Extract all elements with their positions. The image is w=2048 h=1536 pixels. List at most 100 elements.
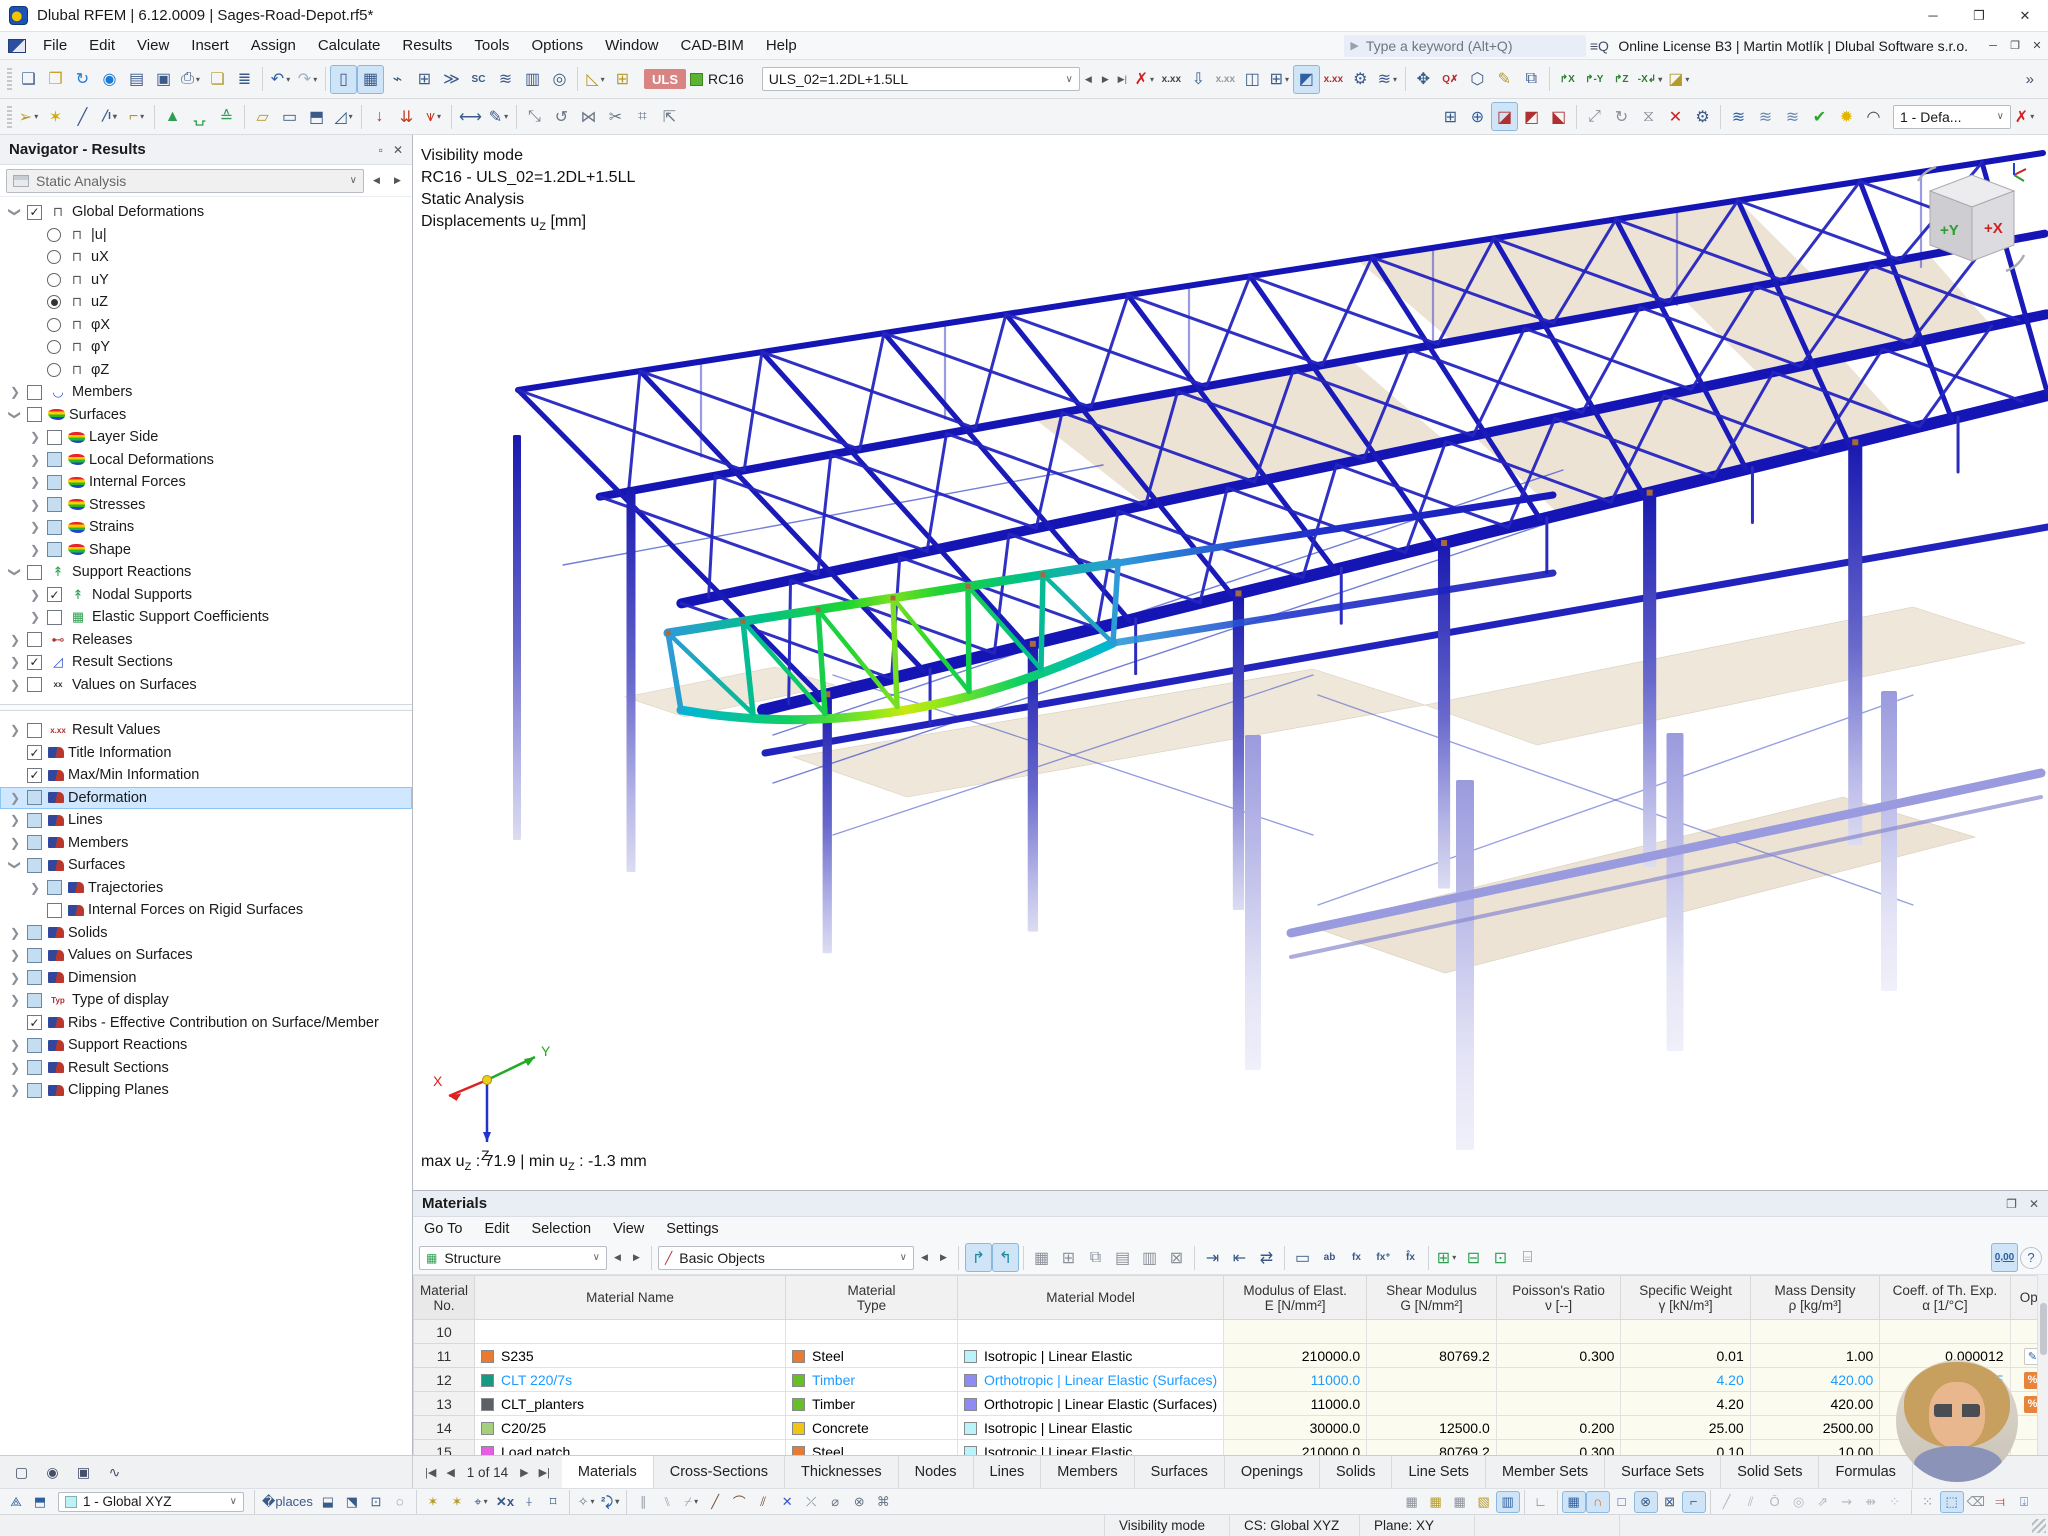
plane-offset-icon[interactable]: ⤢	[1581, 102, 1608, 131]
cell-mass-density[interactable]: 10.00	[1750, 1440, 1880, 1456]
tree-item-support-reactions[interactable]: ❯↟Support Reactions	[0, 561, 412, 584]
diag-2-icon[interactable]: ⫽	[1739, 1491, 1763, 1513]
tree-expander-icon[interactable]: ❯	[7, 971, 23, 985]
cell-poissons-ratio[interactable]	[1496, 1368, 1621, 1392]
mdi-close-button[interactable]: ✕	[2026, 35, 2048, 57]
snap-grid-star-icon[interactable]: ✶	[445, 1491, 469, 1513]
tree-radio[interactable]	[47, 273, 61, 287]
tree-checkbox[interactable]	[47, 475, 62, 490]
new-model-icon[interactable]: ❑	[15, 65, 42, 94]
annotations-icon[interactable]: ✎▾	[485, 102, 512, 131]
tab-solid-sets[interactable]: Solid Sets	[1721, 1456, 1819, 1488]
table-delete-icon[interactable]: ⊠	[1163, 1243, 1190, 1272]
visibility-bulb-icon[interactable]: ✹	[1833, 102, 1860, 131]
tab-openings[interactable]: Openings	[1225, 1456, 1320, 1488]
result-load-arrow-icon[interactable]: ⇩	[1185, 65, 1212, 94]
menu-window[interactable]: Window	[594, 32, 669, 60]
tree-checkbox[interactable]	[27, 407, 42, 422]
work-plane-yz-icon[interactable]: ◩	[1518, 102, 1545, 131]
cell-modulus-e[interactable]	[1224, 1320, 1367, 1344]
cell-material-no[interactable]: 14	[414, 1416, 475, 1440]
tab-member-sets[interactable]: Member Sets	[1486, 1456, 1605, 1488]
new-line-icon[interactable]: ╱	[69, 102, 96, 131]
tree-checkbox[interactable]	[27, 790, 42, 805]
tree-item-clipping-planes[interactable]: ❯Clipping Planes	[0, 1079, 412, 1102]
3d-viewport[interactable]: Visibility mode RC16 - ULS_02=1.2DL+1.5L…	[413, 135, 2048, 1190]
diag-7-icon[interactable]: ⇻	[1859, 1491, 1883, 1513]
cell-modulus-e[interactable]: 210000.0	[1224, 1440, 1367, 1456]
tree-radio[interactable]	[47, 250, 61, 264]
load-combination-select[interactable]: ULS_02=1.2DL+1.5LL ∨	[762, 67, 1080, 91]
export-excel-icon[interactable]: ⊟	[1460, 1243, 1487, 1272]
tree-checkbox[interactable]	[27, 385, 42, 400]
work-plane-xz-icon[interactable]: ⬕	[1545, 102, 1572, 131]
cell-thermal-expansion[interactable]	[1880, 1320, 2010, 1344]
select-window-icon[interactable]: �places	[259, 1491, 316, 1513]
result-values-faded-icon[interactable]: x.xx	[1212, 65, 1239, 94]
tab-nodes[interactable]: Nodes	[899, 1456, 974, 1488]
result-values-on-off-icon[interactable]: x.xx	[1158, 65, 1185, 94]
osnap-steps-icon[interactable]: ²⤸▾	[598, 1491, 622, 1513]
formula-fx-add-icon[interactable]: fx⁺	[1370, 1243, 1397, 1272]
tree-expander-icon[interactable]: ❯	[27, 881, 43, 895]
materials-float-icon[interactable]: ❐	[2006, 1197, 2017, 1211]
view-in-x-icon[interactable]: ↱X	[1554, 65, 1581, 94]
pan-hand-icon[interactable]: ✥	[1410, 65, 1437, 94]
results-filter-off-icon[interactable]: ✗▾	[1131, 65, 1158, 94]
category-next-button[interactable]: ▶	[935, 1247, 952, 1269]
tree-checkbox[interactable]	[27, 1038, 42, 1053]
tree-expander-icon[interactable]: ❯	[8, 407, 22, 423]
tree-checkbox[interactable]	[47, 497, 62, 512]
table-vertical-scrollbar[interactable]	[2037, 1275, 2048, 1455]
new-surface-load-icon[interactable]: ⩛▾	[420, 102, 447, 131]
formula-fx-icon[interactable]: fx	[1343, 1243, 1370, 1272]
tree-checkbox[interactable]: ✓	[27, 205, 42, 220]
object-category-select[interactable]: ╱ Basic Objects ∨	[658, 1246, 914, 1270]
web-models-icon[interactable]: ◉	[96, 65, 123, 94]
cell-mass-density[interactable]: 420.00	[1750, 1368, 1880, 1392]
pager-next-button[interactable]: ▶	[516, 1466, 532, 1479]
table-new-icon[interactable]: ⊞	[1055, 1243, 1082, 1272]
cell-material-name[interactable]: CLT_planters	[475, 1392, 786, 1416]
menu-results[interactable]: Results	[391, 32, 463, 60]
grid-select-icon[interactable]: ▥	[1496, 1491, 1520, 1513]
tree-expander-icon[interactable]: ❯	[27, 498, 43, 512]
tree-checkbox[interactable]	[47, 542, 62, 557]
pager-last-button[interactable]: ▶|	[535, 1466, 554, 1479]
tree-expander-icon[interactable]: ❯	[27, 543, 43, 557]
cell-material-no[interactable]: 13	[414, 1392, 475, 1416]
cell-shear-modulus[interactable]: 80769.2	[1367, 1344, 1497, 1368]
tree-item-internal-forces[interactable]: ❯Internal Forces	[0, 471, 412, 494]
tab-members[interactable]: Members	[1041, 1456, 1134, 1488]
tree-checkbox[interactable]	[27, 948, 42, 963]
transfer-table-icon[interactable]: ⇄	[1253, 1243, 1280, 1272]
new-member-icon[interactable]: ╱I▾	[96, 102, 123, 131]
toolbar-grip[interactable]	[7, 106, 12, 128]
tree-radio[interactable]	[47, 318, 61, 332]
tree-checkbox[interactable]: ✓	[27, 745, 42, 760]
angle-l-icon[interactable]: ∟	[1529, 1491, 1553, 1513]
line-seg-7-icon[interactable]: ⊗	[847, 1491, 871, 1513]
cell-material-type[interactable]: Steel	[786, 1344, 958, 1368]
menu-view[interactable]: View	[126, 32, 180, 60]
cell-material-name[interactable]: CLT 220/7s	[475, 1368, 786, 1392]
cell-material-type[interactable]: Timber	[786, 1368, 958, 1392]
tree-item-solids[interactable]: ❯Solids	[0, 922, 412, 945]
model-images-icon[interactable]: ▤	[123, 65, 150, 94]
new-node-icon[interactable]: ✶	[42, 102, 69, 131]
grid-star-icon[interactable]: ▧	[1472, 1491, 1496, 1513]
tree-checkbox[interactable]	[27, 813, 42, 828]
tree-checkbox[interactable]	[47, 430, 62, 445]
scope-prev-button[interactable]: ◀	[609, 1247, 626, 1269]
snap-circle-x-icon[interactable]: ⊗	[1634, 1491, 1658, 1513]
dimensions-icon[interactable]: ⟷	[456, 102, 485, 131]
open-model-icon[interactable]: ❒	[42, 65, 69, 94]
font-style-icon[interactable]: ab	[1316, 1243, 1343, 1272]
diag-4-icon[interactable]: ◎	[1787, 1491, 1811, 1513]
tree-item-support-reactions[interactable]: ❯Support Reactions	[0, 1034, 412, 1057]
tree-item-internal-forces-on-rigid-surfaces[interactable]: Internal Forces on Rigid Surfaces	[0, 899, 412, 922]
navigator-close-icon[interactable]: ✕	[393, 143, 403, 157]
add-result-table-icon[interactable]: ⊞	[609, 65, 636, 94]
minimize-button[interactable]: ─	[1910, 0, 1956, 31]
visibility-ok-icon[interactable]: ✔	[1806, 102, 1833, 131]
